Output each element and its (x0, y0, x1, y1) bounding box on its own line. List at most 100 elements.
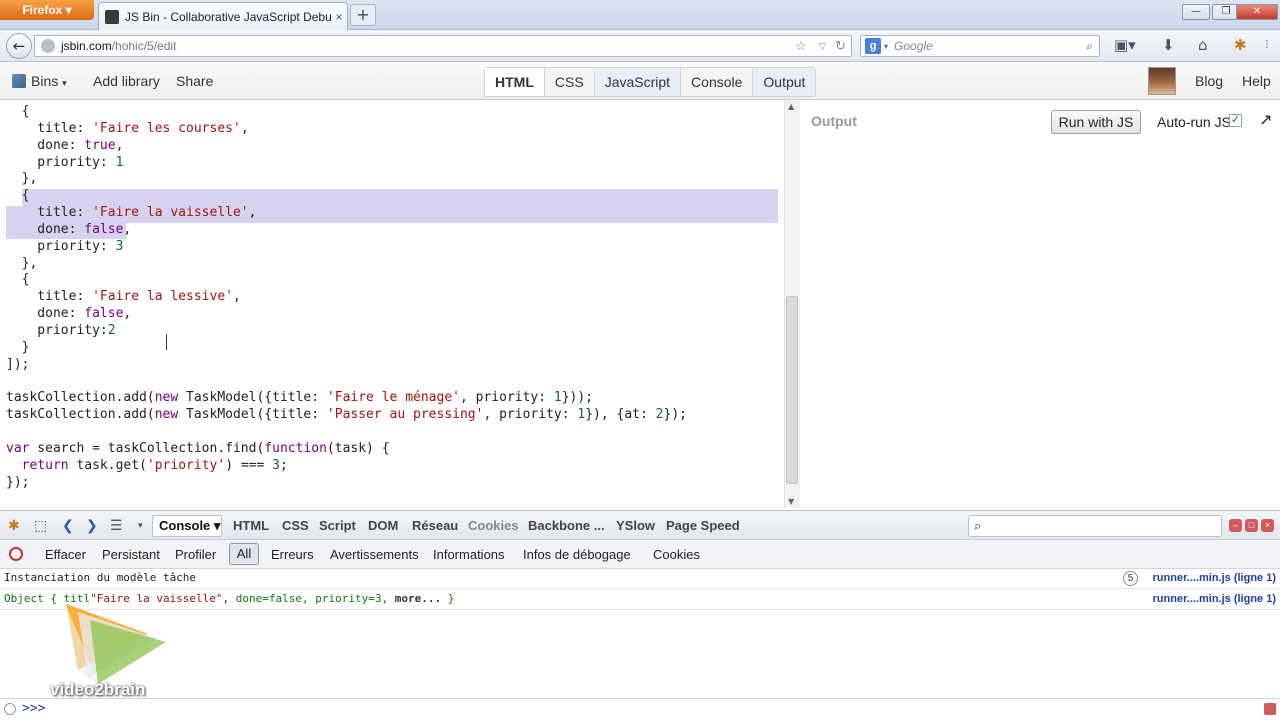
code-line[interactable]: priority: 3 (6, 239, 687, 256)
code-line[interactable]: taskCollection.add(new TaskModel({title:… (6, 407, 687, 424)
new-tab-button[interactable]: + (350, 4, 376, 26)
firebug-detach-icon[interactable]: □ (1245, 519, 1258, 532)
code-line[interactable]: priority:2 (6, 323, 687, 340)
autorun-checkbox[interactable]: ✓ (1229, 114, 1242, 127)
code-line[interactable]: priority: 1 (6, 155, 687, 172)
firebug-tab-css[interactable]: CSS (282, 518, 309, 533)
filter-info-button[interactable]: Informations (433, 547, 505, 562)
code-line[interactable] (6, 424, 687, 441)
share-link[interactable]: Share (176, 73, 213, 89)
inspect-element-icon[interactable]: ⬚ (34, 517, 47, 534)
firebug-close-icon[interactable]: × (1261, 519, 1274, 532)
history-dropdown-icon[interactable]: ▽ (819, 41, 826, 52)
panel-html[interactable]: HTML (485, 68, 545, 96)
filter-cookies-button[interactable]: Cookies (653, 547, 700, 562)
firebug-tab-backbone[interactable]: Backbone ... (528, 518, 605, 533)
code-line[interactable]: { (6, 188, 687, 205)
code-line[interactable]: done: false, (6, 306, 687, 323)
code-line[interactable]: return task.get('priority') === 3; (6, 458, 687, 475)
console-clear-icon[interactable] (9, 547, 23, 561)
code-line[interactable]: done: false, (6, 222, 687, 239)
panel-css[interactable]: CSS (545, 68, 595, 96)
reload-icon[interactable]: ↻ (835, 38, 846, 54)
firebug-tab-yslow[interactable]: YSlow (616, 518, 655, 533)
panel-console[interactable]: Console (681, 68, 754, 96)
downloads-icon[interactable]: ⬇ (1162, 36, 1175, 54)
address-bar[interactable]: jsbin.com/hohic/5/edit ☆ ▽ ↻ (34, 35, 852, 57)
firebug-tab-pagespeed[interactable]: Page Speed (666, 518, 740, 533)
code-line[interactable]: taskCollection.add(new TaskModel({title:… (6, 390, 687, 407)
help-link[interactable]: Help (1242, 73, 1271, 89)
code-line[interactable]: }, (6, 256, 687, 273)
scroll-down-icon[interactable]: ▼ (788, 497, 794, 506)
code-line[interactable] (6, 374, 687, 391)
user-avatar[interactable] (1148, 67, 1176, 95)
panel-output[interactable]: Output (753, 68, 816, 96)
home-icon[interactable]: ⌂ (1198, 36, 1208, 54)
clear-button[interactable]: Effacer (45, 547, 86, 562)
back-arrow-icon[interactable]: ❮ (62, 517, 74, 534)
search-bar[interactable]: g ▾ Google ⌕ (860, 35, 1100, 57)
log-source-link[interactable]: runner....min.js (ligne 1) (1153, 568, 1276, 588)
panel-javascript[interactable]: JavaScript (594, 68, 682, 96)
search-icon[interactable]: ⌕ (1086, 39, 1093, 54)
firebug-tab-dom[interactable]: DOM (368, 518, 398, 533)
scroll-up-icon[interactable]: ▲ (788, 102, 794, 111)
firebug-tab-script[interactable]: Script (319, 518, 356, 533)
blog-link[interactable]: Blog (1195, 73, 1223, 89)
filter-warnings-button[interactable]: Avertissements (330, 547, 419, 562)
code-line[interactable]: } (6, 340, 687, 357)
browser-tab[interactable]: JS Bin - Collaborative JavaScript Debugg… (98, 2, 348, 30)
close-window-button[interactable]: ✕ (1236, 4, 1278, 20)
firebug-tab-network[interactable]: Réseau (412, 518, 458, 533)
add-library-link[interactable]: Add library (93, 73, 160, 89)
persist-button[interactable]: Persistant (102, 547, 160, 562)
code-line[interactable]: title: 'Faire les courses', (6, 121, 687, 138)
bookmark-star-icon[interactable]: ☆ (795, 38, 807, 54)
code-line[interactable]: }, (6, 171, 687, 188)
code-line[interactable]: ]); (6, 357, 687, 374)
firebug-tab-cookies[interactable]: Cookies (468, 518, 519, 533)
command-editor-icon[interactable]: ☰ (110, 517, 123, 534)
toolbar-overflow-icon[interactable]: ⋮ (1262, 39, 1272, 50)
expand-command-editor-icon[interactable] (1264, 703, 1276, 715)
bookmarks-menu-icon[interactable]: ▣▾ (1114, 36, 1136, 54)
firebug-menu-icon[interactable]: ✱ (8, 517, 20, 534)
code-line[interactable]: { (6, 272, 687, 289)
log-object-more-link[interactable]: more... (395, 592, 441, 605)
popout-icon[interactable]: ↗ (1259, 110, 1272, 130)
console-command-line[interactable]: >>> (0, 698, 1280, 720)
code-line[interactable]: var search = taskCollection.find(functio… (6, 441, 687, 458)
firebug-tab-html[interactable]: HTML (233, 518, 269, 533)
google-engine-icon[interactable]: g (865, 38, 881, 54)
code-line[interactable]: { (6, 104, 687, 121)
javascript-editor[interactable]: { title: 'Faire les courses', done: true… (0, 100, 800, 508)
firebug-icon[interactable]: ✱ (1234, 36, 1247, 54)
filter-all-button[interactable]: All (229, 543, 259, 565)
tab-close-icon[interactable]: × (331, 10, 347, 24)
profile-button[interactable]: Profiler (175, 547, 216, 562)
editor-scrollbar-thumb[interactable] (786, 296, 798, 484)
firefox-menu-button[interactable]: Firefox ▾ (0, 0, 94, 20)
console-log-row[interactable]: Object { titl"Faire la vaisselle", done=… (0, 589, 1280, 610)
code-line[interactable]: done: true, (6, 138, 687, 155)
site-identity-icon[interactable] (41, 39, 55, 53)
back-button[interactable]: ← (6, 33, 32, 59)
log-source-link[interactable]: runner....min.js (ligne 1) (1153, 589, 1276, 609)
bins-menu[interactable]: Bins ▾ (31, 73, 67, 89)
filter-debug-button[interactable]: Infos de débogage (523, 547, 631, 562)
filter-errors-button[interactable]: Erreurs (271, 547, 314, 562)
code-line[interactable]: title: 'Faire la vaisselle', (6, 205, 687, 222)
log-message: Instanciation du modèle tâche (4, 571, 197, 584)
firebug-minimize-icon[interactable]: – (1229, 519, 1242, 532)
panel-dropdown-icon[interactable]: ▾ (138, 520, 143, 531)
minimize-window-button[interactable]: — (1182, 4, 1210, 20)
forward-arrow-icon[interactable]: ❯ (86, 517, 98, 534)
firebug-search-input[interactable]: ⌕ (968, 515, 1222, 537)
code-line[interactable] (6, 491, 687, 508)
code-line[interactable]: title: 'Faire la lessive', (6, 289, 687, 306)
engine-dropdown-icon[interactable]: ▾ (884, 42, 888, 51)
run-with-js-button[interactable]: Run with JS (1051, 110, 1141, 134)
firebug-tab-console[interactable]: Console ▾ (152, 515, 222, 537)
code-line[interactable]: }); (6, 475, 687, 492)
